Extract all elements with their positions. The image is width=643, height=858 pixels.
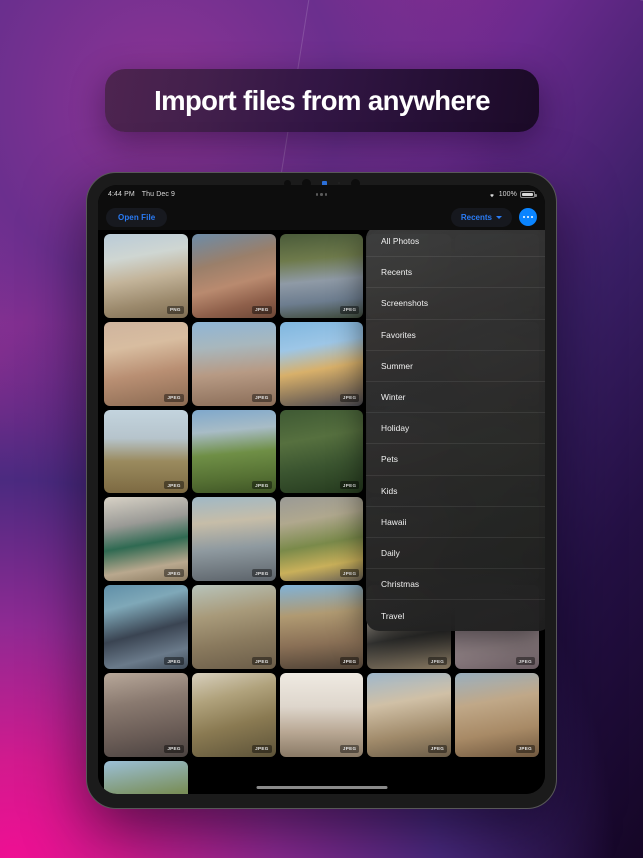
menu-item-favorites[interactable]: Favorites bbox=[366, 320, 545, 351]
file-format-badge: JPEG bbox=[427, 744, 448, 753]
home-indicator bbox=[256, 786, 387, 789]
menu-item-winter[interactable]: Winter bbox=[366, 382, 545, 414]
menu-item-pets[interactable]: Pets bbox=[366, 444, 545, 476]
file-format-badge: JPEG bbox=[339, 744, 360, 753]
file-format-badge: JPEG bbox=[427, 657, 448, 666]
photo-grid-container[interactable]: PNG JPEG JPEG JPEG JPEG JPEG JPEG JPEG JPEG JPEG J… bbox=[98, 230, 545, 794]
tablet-device-frame: 4:44 PM Thu Dec 9 100% Open File Recents bbox=[86, 172, 557, 809]
menu-item-label: Pets bbox=[381, 454, 398, 465]
menu-item-hawaii[interactable]: Hawaii bbox=[366, 507, 545, 538]
menu-item-kids[interactable]: Kids bbox=[366, 476, 545, 507]
menu-item-label: Christmas bbox=[381, 579, 420, 590]
file-format-badge: JPEG bbox=[164, 481, 184, 490]
open-file-button[interactable]: Open File bbox=[106, 207, 168, 227]
menu-item-holiday[interactable]: Holiday bbox=[366, 413, 545, 445]
menu-item-label: Summer bbox=[381, 360, 413, 371]
photo-thumbnail[interactable]: JPEG bbox=[455, 673, 539, 757]
wifi-icon bbox=[489, 194, 494, 198]
file-format-badge: JPEG bbox=[164, 393, 184, 402]
menu-item-travel[interactable]: Travel bbox=[366, 600, 545, 631]
file-format-badge: JPEG bbox=[252, 393, 272, 402]
multitasking-indicator-icon bbox=[315, 193, 328, 196]
status-bar: 4:44 PM Thu Dec 9 100% bbox=[98, 185, 545, 204]
recents-dropdown-label: Recents bbox=[460, 212, 492, 222]
photo-thumbnail[interactable]: JPEG bbox=[367, 673, 452, 757]
photo-thumbnail[interactable]: JPEG bbox=[279, 321, 364, 406]
photo-thumbnail[interactable]: JPEG bbox=[191, 321, 276, 406]
file-format-badge: JPEG bbox=[252, 657, 272, 666]
chevron-down-icon bbox=[496, 215, 502, 219]
recents-dropdown-button[interactable]: Recents bbox=[450, 207, 512, 227]
photo-thumbnail[interactable]: JPEG bbox=[104, 673, 188, 757]
file-format-badge: JPEG bbox=[164, 744, 184, 753]
file-format-badge: PNG bbox=[166, 305, 184, 314]
photo-thumbnail[interactable]: JPEG bbox=[191, 409, 276, 494]
photo-thumbnail[interactable]: JPEG bbox=[191, 673, 276, 757]
menu-item-label: Travel bbox=[381, 610, 405, 621]
photo-thumbnail[interactable]: JPEG bbox=[191, 497, 276, 582]
photo-thumbnail[interactable]: JPEG bbox=[104, 409, 188, 494]
menu-item-christmas[interactable]: Christmas bbox=[366, 569, 545, 601]
menu-item-label: Hawaii bbox=[381, 516, 407, 527]
file-format-badge: JPEG bbox=[252, 305, 272, 314]
status-time: 4:44 PM bbox=[108, 191, 135, 198]
menu-item-label: Kids bbox=[381, 485, 398, 496]
menu-item-summer[interactable]: Summer bbox=[366, 351, 545, 382]
photo-thumbnail[interactable]: JPEG bbox=[191, 585, 276, 670]
photo-thumbnail[interactable]: JPEG bbox=[279, 409, 364, 494]
tablet-screen: 4:44 PM Thu Dec 9 100% Open File Recents bbox=[98, 185, 545, 794]
photo-thumbnail[interactable]: JPEG bbox=[191, 234, 276, 318]
more-options-button[interactable] bbox=[519, 208, 537, 226]
menu-item-label: Screenshots bbox=[381, 298, 429, 309]
menu-item-daily[interactable]: Daily bbox=[366, 538, 545, 570]
photo-thumbnail[interactable]: JPEG bbox=[279, 585, 364, 670]
menu-item-all-photos[interactable]: All Photos bbox=[366, 230, 545, 258]
photo-thumbnail[interactable]: JPEG bbox=[104, 585, 188, 670]
file-format-badge: JPEG bbox=[252, 744, 272, 753]
photo-thumbnail[interactable]: JPEG bbox=[104, 760, 188, 794]
photo-image bbox=[104, 760, 188, 794]
ellipsis-dot-icon bbox=[526, 215, 530, 219]
photo-thumbnail[interactable]: JPEG bbox=[104, 497, 188, 582]
file-format-badge: JPEG bbox=[339, 481, 360, 490]
photo-thumbnail[interactable]: JPEG bbox=[104, 321, 188, 406]
menu-item-label: Recents bbox=[381, 267, 413, 278]
ellipsis-dot-icon bbox=[522, 215, 526, 219]
file-format-badge: JPEG bbox=[339, 657, 360, 666]
app-toolbar: Open File Recents bbox=[98, 204, 545, 230]
file-format-badge: JPEG bbox=[515, 744, 535, 753]
file-format-badge: JPEG bbox=[164, 657, 184, 666]
file-format-badge: JPEG bbox=[252, 569, 272, 578]
menu-item-label: All Photos bbox=[381, 236, 420, 247]
file-format-badge: JPEG bbox=[252, 481, 272, 490]
battery-full-icon bbox=[520, 191, 537, 198]
file-format-badge: JPEG bbox=[339, 305, 360, 314]
ellipsis-dot-icon bbox=[530, 215, 534, 219]
headline-banner: Import files from anywhere bbox=[105, 69, 539, 132]
photo-thumbnail[interactable]: PNG bbox=[104, 234, 188, 318]
file-format-badge: JPEG bbox=[515, 657, 535, 666]
menu-item-label: Favorites bbox=[381, 329, 416, 340]
status-date: Thu Dec 9 bbox=[141, 191, 175, 198]
photo-thumbnail[interactable]: JPEG bbox=[279, 673, 364, 757]
menu-item-label: Holiday bbox=[381, 423, 410, 434]
file-format-badge: JPEG bbox=[164, 569, 184, 578]
battery-percent-label: 100% bbox=[498, 191, 517, 198]
menu-item-label: Winter bbox=[381, 392, 406, 403]
menu-item-recents[interactable]: Recents bbox=[366, 257, 545, 289]
headline-text: Import files from anywhere bbox=[154, 84, 490, 116]
file-format-badge: JPEG bbox=[339, 393, 360, 402]
photo-thumbnail[interactable]: JPEG bbox=[279, 497, 364, 582]
menu-item-screenshots[interactable]: Screenshots bbox=[366, 288, 545, 320]
menu-item-label: Daily bbox=[381, 547, 400, 558]
photo-thumbnail[interactable]: JPEG bbox=[279, 234, 364, 318]
microphone-icon bbox=[337, 182, 340, 184]
album-dropdown-menu[interactable]: All Photos Recents Screenshots Favorites Sum… bbox=[366, 230, 545, 632]
file-format-badge: JPEG bbox=[339, 569, 360, 578]
